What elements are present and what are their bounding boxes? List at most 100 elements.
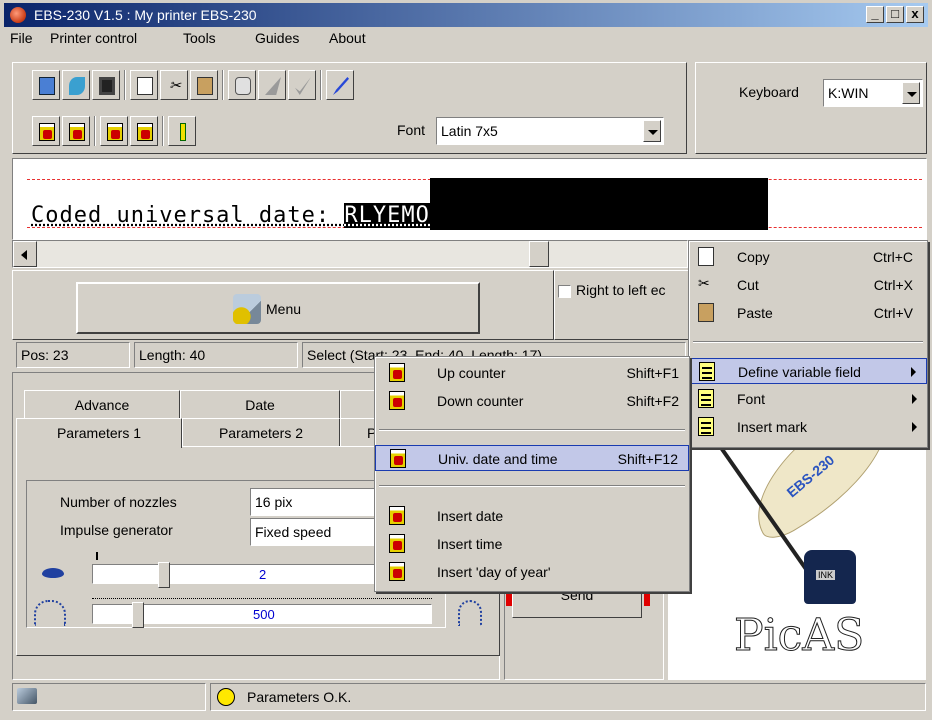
save-button[interactable] xyxy=(92,70,120,100)
minimize-button[interactable]: _ xyxy=(866,6,884,23)
impulse-select[interactable]: Fixed speed xyxy=(250,518,380,546)
tab-date[interactable]: Date xyxy=(180,390,340,418)
chevron-right-icon xyxy=(912,394,917,404)
field-icon xyxy=(137,123,153,141)
menu-item-shortcut: Ctrl+C xyxy=(872,249,913,265)
day-of-year-icon xyxy=(389,562,405,581)
pen-icon xyxy=(333,77,349,95)
menu-item-shortcut: Shift+F12 xyxy=(617,451,678,467)
slider-spacing-thumb[interactable] xyxy=(158,562,170,588)
app-icon xyxy=(10,7,26,23)
close-button[interactable]: x xyxy=(906,6,924,23)
menu-item-univ-date-time[interactable]: Univ. date and time Shift+F12 xyxy=(375,445,689,471)
menu-item-shortcut: Ctrl+V xyxy=(873,305,913,321)
field-doc-icon xyxy=(699,362,715,381)
menu-item-label: Insert mark xyxy=(737,419,808,435)
open-button[interactable] xyxy=(62,70,90,100)
chevron-down-icon[interactable] xyxy=(643,120,661,142)
menu-about[interactable]: About xyxy=(329,30,366,46)
scroll-gear-icon xyxy=(233,294,261,324)
tab-parameters-1[interactable]: Parameters 1 xyxy=(16,418,182,448)
font-label: Font xyxy=(397,122,426,138)
menu-item-font[interactable]: Font xyxy=(689,386,927,412)
slider-speed-thumb[interactable] xyxy=(132,602,144,628)
arrow-left-icon xyxy=(21,250,27,260)
tab-parameters-2[interactable]: Parameters 2 xyxy=(182,418,340,446)
copy-icon xyxy=(137,77,153,95)
nozzles-label: Number of nozzles xyxy=(60,494,177,510)
status-length: Length: 40 xyxy=(134,342,298,368)
menu-item-insert-date[interactable]: Insert date xyxy=(375,503,689,529)
menu-item-label: Down counter xyxy=(437,393,524,409)
paste-icon xyxy=(698,303,714,322)
menu-item-shortcut: Shift+F1 xyxy=(626,365,679,381)
dot-width-wide-icon xyxy=(458,600,482,626)
rtl-checkbox-label: Right to left ec xyxy=(576,282,666,298)
counter-down-icon xyxy=(389,391,405,410)
menu-item-label: Cut xyxy=(737,277,759,293)
menu-item-label: Up counter xyxy=(437,365,506,381)
chevron-right-icon xyxy=(912,422,917,432)
maximize-button[interactable]: □ xyxy=(886,6,904,23)
paste-toolbar-button[interactable] xyxy=(190,70,218,100)
menu-printer-control[interactable]: Printer control xyxy=(50,30,137,46)
font-select-value: Latin 7x5 xyxy=(441,123,498,139)
ink-label: INK xyxy=(816,570,836,580)
field-start-button[interactable] xyxy=(100,116,128,146)
rtl-checkbox[interactable] xyxy=(558,285,571,298)
menu-item-copy[interactable]: Copy Ctrl+C xyxy=(689,244,927,270)
menu-item-insert-mark[interactable]: Insert mark xyxy=(689,414,927,440)
menubar: File Printer control Tools Guides About xyxy=(4,27,928,49)
counter-down-button[interactable] xyxy=(62,116,90,146)
scroll-thumb[interactable] xyxy=(529,241,549,267)
copy-toolbar-button[interactable] xyxy=(130,70,158,100)
printer-status-icon xyxy=(17,688,37,704)
chevron-down-icon[interactable] xyxy=(902,82,920,104)
copy-icon xyxy=(698,247,714,266)
options-panel: Right to left ec xyxy=(554,270,694,340)
led-right xyxy=(644,594,650,606)
date-icon xyxy=(389,506,405,525)
bottom-status-left xyxy=(12,683,206,711)
menu-item-insert-day-of-year[interactable]: Insert 'day of year' xyxy=(375,559,689,585)
keyboard-select[interactable]: K:WIN xyxy=(823,79,923,107)
menu-item-insert-time[interactable]: Insert time xyxy=(375,531,689,557)
check-toolbar-button[interactable] xyxy=(288,70,316,100)
title-bar: EBS-230 V1.5 : My printer EBS-230 _ □ x xyxy=(4,3,928,27)
menu-item-cut[interactable]: ✂ Cut Ctrl+X xyxy=(689,272,927,298)
menu-item-label: Paste xyxy=(737,305,773,321)
nozzles-select[interactable]: 16 pix xyxy=(250,488,380,516)
scroll-left-button[interactable] xyxy=(13,241,37,267)
horizontal-scrollbar[interactable] xyxy=(12,240,688,268)
counter-icon xyxy=(39,123,55,141)
font-select[interactable]: Latin 7x5 xyxy=(436,117,664,145)
menu-button[interactable]: Menu xyxy=(76,282,480,334)
new-button[interactable] xyxy=(32,70,60,100)
ink-bottle-icon: INK xyxy=(804,550,856,604)
variable-field-submenu: Up counter Shift+F1 Down counter Shift+F… xyxy=(374,356,690,592)
menu-item-up-counter[interactable]: Up counter Shift+F1 xyxy=(375,360,689,386)
impulse-value: Fixed speed xyxy=(255,524,332,540)
menu-tools[interactable]: Tools xyxy=(183,30,216,46)
send-toolbar-button[interactable] xyxy=(258,70,286,100)
narrow-spacing-icon xyxy=(42,568,64,578)
menu-item-down-counter[interactable]: Down counter Shift+F2 xyxy=(375,388,689,414)
menu-item-label: Font xyxy=(737,391,766,407)
pen-toolbar-button[interactable] xyxy=(326,70,354,100)
menu-guides[interactable]: Guides xyxy=(255,30,299,46)
paper-plane-icon xyxy=(265,77,281,95)
cut-toolbar-button[interactable]: ✂ xyxy=(160,70,188,100)
counter-up-button[interactable] xyxy=(32,116,60,146)
menu-item-paste[interactable]: Paste Ctrl+V xyxy=(689,300,927,326)
tick-mark xyxy=(96,552,98,560)
bottom-status-text: Parameters O.K. xyxy=(247,689,352,705)
tab-advance[interactable]: Advance xyxy=(24,390,180,418)
keyboard-select-value: K:WIN xyxy=(828,85,869,101)
print-setup-button[interactable] xyxy=(228,70,256,100)
menu-file[interactable]: File xyxy=(10,30,33,46)
cursor-button[interactable] xyxy=(168,116,196,146)
field-end-button[interactable] xyxy=(130,116,158,146)
time-icon xyxy=(389,534,405,553)
date-time-icon xyxy=(390,449,406,468)
menu-item-define-variable-field[interactable]: Define variable field xyxy=(689,358,927,384)
